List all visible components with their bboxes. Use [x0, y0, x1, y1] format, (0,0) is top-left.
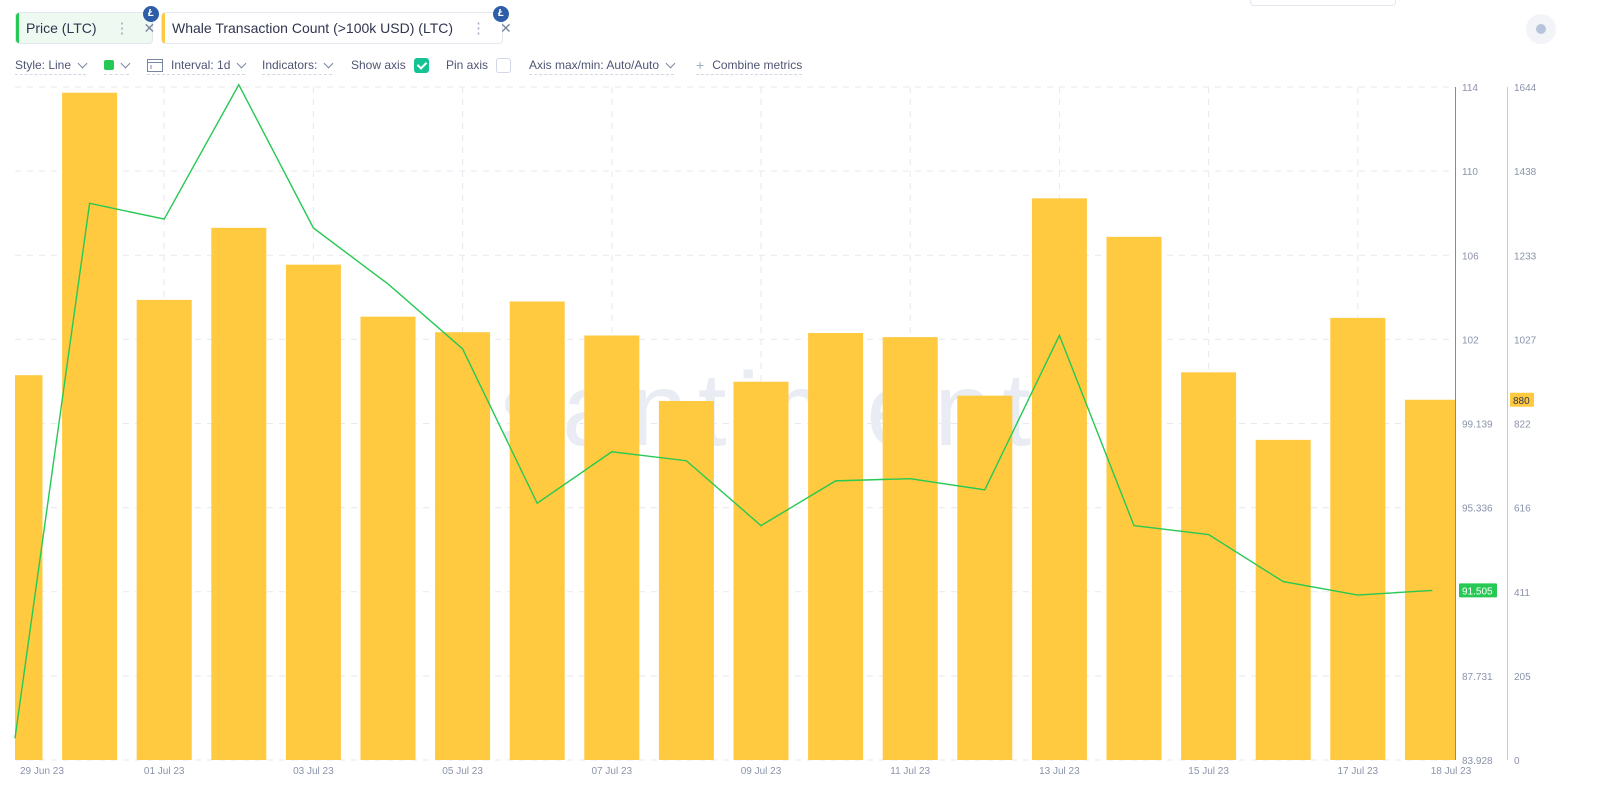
count-tick-label: 1438: [1514, 167, 1537, 178]
x-tick-label: 29 Jun 23: [20, 766, 64, 777]
bar: [136, 299, 192, 760]
chart-area[interactable]: santiment. 11411010610299.13995.33687.73…: [0, 0, 1600, 802]
count-tick-label: 616: [1514, 504, 1531, 515]
bar: [360, 316, 416, 760]
bar: [285, 264, 341, 760]
count-tick-label: 1644: [1514, 83, 1537, 94]
bar: [1404, 399, 1455, 760]
x-tick-label: 05 Jul 23: [442, 766, 483, 777]
x-tick-label: 13 Jul 23: [1039, 766, 1080, 777]
price-current-label: 91.505: [1462, 586, 1493, 597]
price-tick-label: 102: [1462, 335, 1479, 346]
x-tick-label: 17 Jul 23: [1338, 766, 1379, 777]
x-tick-label: 07 Jul 23: [592, 766, 633, 777]
bar: [211, 227, 267, 760]
price-tick-label: 95.336: [1462, 504, 1493, 515]
bar: [509, 301, 565, 760]
price-tick-label: 110: [1462, 167, 1478, 178]
bar: [1255, 439, 1311, 760]
count-tick-label: 1027: [1514, 335, 1537, 346]
bar: [584, 335, 640, 760]
x-tick-label: 15 Jul 23: [1188, 766, 1229, 777]
bar: [733, 381, 789, 760]
bar: [658, 400, 714, 760]
bar: [1181, 372, 1237, 760]
count-tick-label: 1233: [1514, 251, 1537, 262]
x-tick-label: 03 Jul 23: [293, 766, 334, 777]
count-tick-label: 411: [1514, 588, 1530, 599]
count-current-label: 880: [1513, 396, 1530, 407]
bar: [1330, 317, 1386, 760]
bar: [435, 332, 491, 760]
price-tick-label: 106: [1462, 251, 1479, 262]
count-tick-label: 205: [1514, 672, 1531, 683]
price-tick-label: 114: [1462, 83, 1478, 94]
bar: [1031, 198, 1087, 761]
bar: [1106, 236, 1162, 760]
bar: [882, 337, 938, 760]
bar: [62, 92, 118, 760]
price-tick-label: 99.139: [1462, 420, 1493, 431]
x-tick-label: 11 Jul 23: [890, 766, 930, 777]
x-tick-label: 01 Jul 23: [144, 766, 185, 777]
bar: [808, 333, 864, 760]
count-tick-label: 0: [1514, 756, 1520, 767]
x-tick-label: 09 Jul 23: [741, 766, 782, 777]
x-tick-label: 18 Jul 23: [1431, 766, 1472, 777]
price-tick-label: 87.731: [1462, 672, 1493, 683]
count-tick-label: 822: [1514, 420, 1531, 431]
bar-series: [15, 92, 1455, 761]
